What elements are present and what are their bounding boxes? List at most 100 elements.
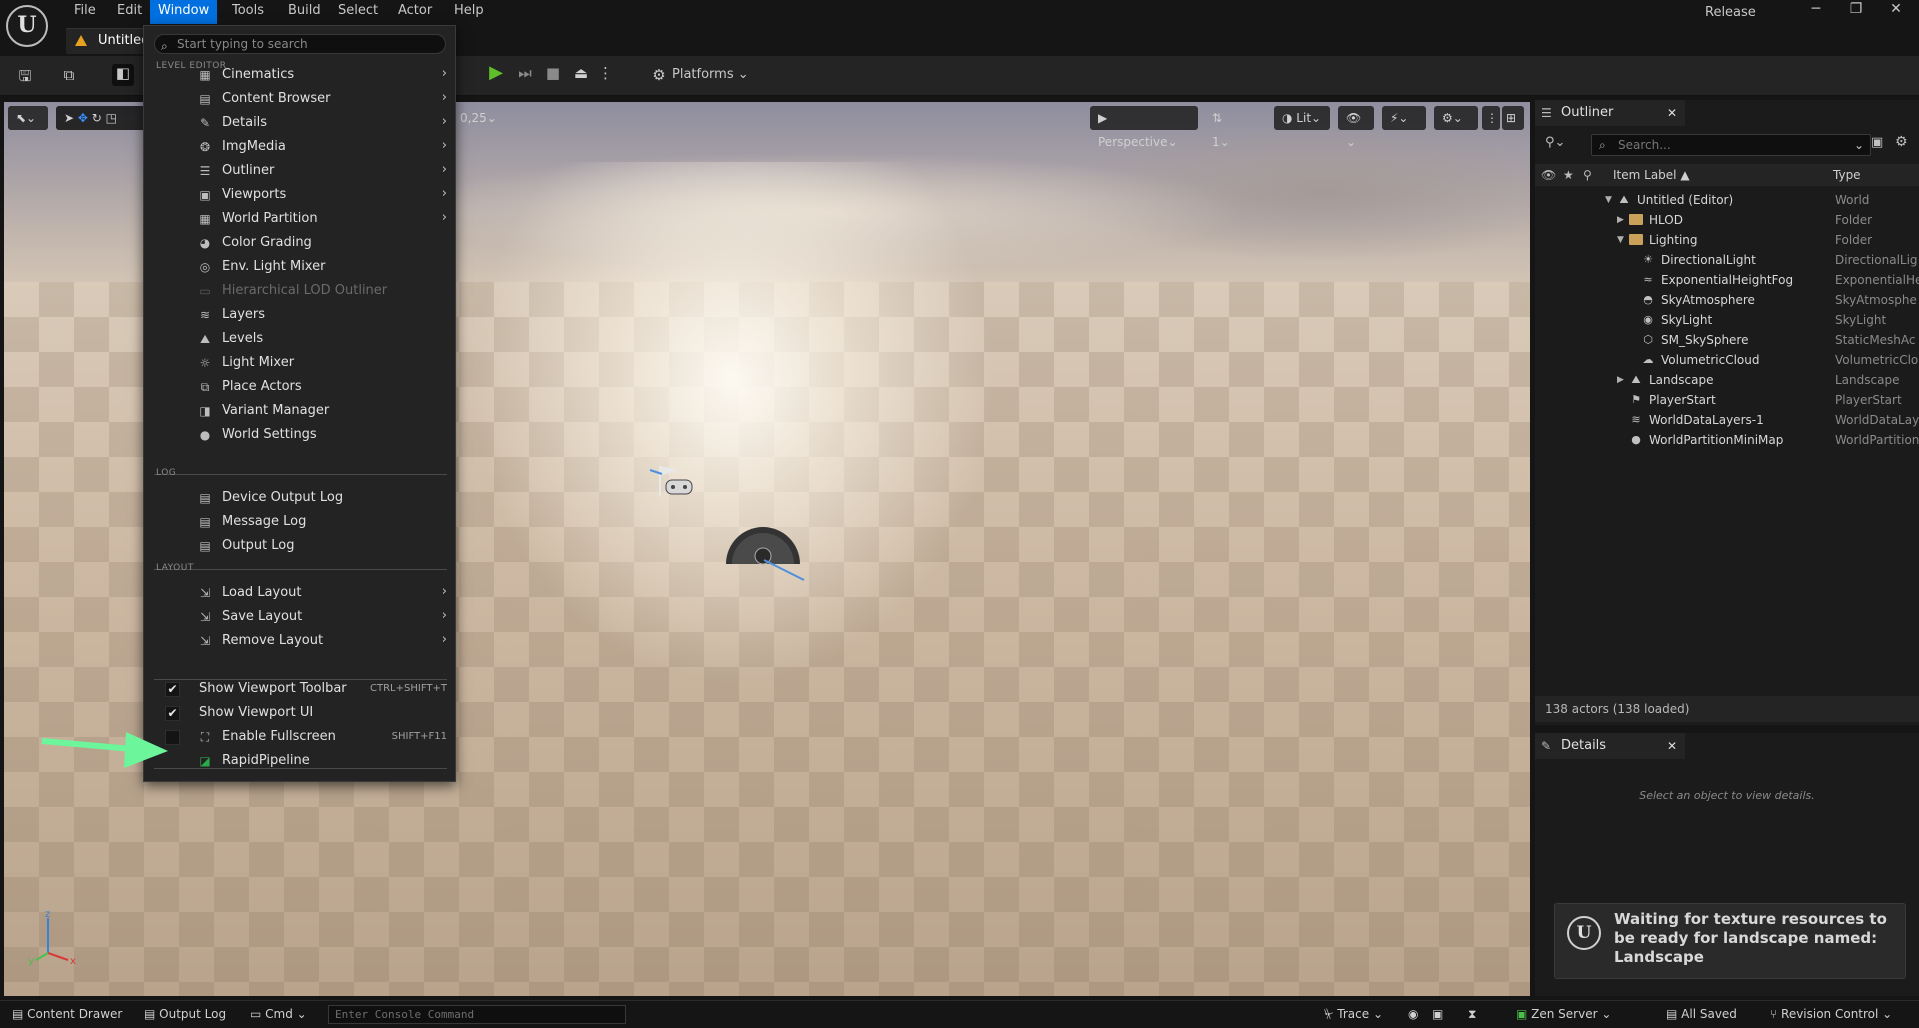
menu-item-cinematics[interactable]: ▦ Cinematics › bbox=[154, 64, 447, 88]
checkbox[interactable]: ✔ bbox=[165, 706, 180, 721]
outliner-row[interactable]: ● WorldPartitionMiniMap WorldPartition bbox=[1535, 430, 1919, 450]
menu-item-show-viewport-toolbar[interactable]: ✔ Show Viewport Toolbar CTRL+SHIFT+T bbox=[154, 678, 447, 702]
source-control-icon[interactable]: ⧉ bbox=[58, 66, 80, 84]
menu-item-world-partition[interactable]: ▦ World Partition › bbox=[154, 208, 447, 232]
close-window-button[interactable]: ✕ bbox=[1876, 1, 1916, 23]
menu-item-place-actors[interactable]: ⧉ Place Actors bbox=[154, 376, 447, 400]
realtime-icon[interactable]: ⚡⌄ bbox=[1382, 106, 1426, 130]
viewport-settings-icon[interactable]: ⚙⌄ bbox=[1434, 106, 1478, 130]
menu-item-content-browser[interactable]: ▤ Content Browser › bbox=[154, 88, 447, 112]
collapse-icon[interactable]: ▼ bbox=[1617, 230, 1627, 250]
menu-edit[interactable]: Edit bbox=[109, 0, 150, 24]
outliner-row[interactable]: ☁ VolumetricCloud VolumetricClo bbox=[1535, 350, 1919, 370]
menu-item-variant-manager[interactable]: ◨ Variant Manager bbox=[154, 400, 447, 424]
expand-icon[interactable]: ▶ bbox=[1617, 210, 1627, 230]
col-item-label[interactable]: Item Label ▲ bbox=[1613, 164, 1690, 186]
revision-control-button[interactable]: ⑂ Revision Control ⌄ bbox=[1770, 1001, 1892, 1028]
outliner-row[interactable]: ▼ Lighting Folder bbox=[1535, 230, 1919, 250]
content-drawer-button[interactable]: ▤ Content Drawer bbox=[12, 1001, 122, 1028]
outliner-row[interactable]: ▶ HLOD Folder bbox=[1535, 210, 1919, 230]
rotate-icon[interactable]: ↻ bbox=[92, 111, 102, 125]
menu-item-details[interactable]: ✎ Details › bbox=[154, 112, 447, 136]
checkbox[interactable]: ✔ bbox=[165, 682, 180, 697]
layout-icon[interactable]: ⊞ bbox=[1502, 106, 1524, 130]
chevron-down-icon[interactable]: ⌄ bbox=[1854, 135, 1864, 155]
snap-scale[interactable]: 0,25⌄ bbox=[452, 106, 512, 130]
menu-item-message-log[interactable]: ▤ Message Log bbox=[154, 511, 447, 535]
play-options-icon[interactable]: ⋮ bbox=[598, 64, 613, 82]
screenshot-icon[interactable]: ▣ bbox=[1432, 1001, 1443, 1028]
menu-help[interactable]: Help bbox=[446, 0, 492, 24]
sky-light-icon[interactable] bbox=[724, 526, 806, 586]
move-icon[interactable]: ✥ bbox=[78, 111, 88, 125]
menu-window[interactable]: Window bbox=[150, 0, 218, 24]
menu-item-enable-fullscreen[interactable]: ⛶ Enable Fullscreen SHIFT+F11 bbox=[154, 726, 447, 750]
all-saved-button[interactable]: ▤ All Saved bbox=[1666, 1001, 1737, 1028]
visibility-icon[interactable]: 👁 bbox=[1541, 164, 1556, 186]
collapse-icon[interactable]: ▼ bbox=[1605, 190, 1615, 210]
menu-item-load-layout[interactable]: ⇲ Load Layout › bbox=[154, 582, 447, 606]
transform-tools[interactable]: ➤ ✥ ↻ ◳ bbox=[56, 106, 146, 130]
menu-item-save-layout[interactable]: ⇲ Save Layout › bbox=[154, 606, 447, 630]
outliner-row[interactable]: ◉ SkyLight SkyLight bbox=[1535, 310, 1919, 330]
stop-icon[interactable]: ■ bbox=[542, 64, 564, 82]
menu-item-env-light-mixer[interactable]: ◎ Env. Light Mixer bbox=[154, 256, 447, 280]
save-icon[interactable]: 🖫 bbox=[14, 66, 36, 91]
record-icon[interactable]: ◉ bbox=[1408, 1001, 1418, 1028]
menu-item-levels[interactable]: ⛰ Levels bbox=[154, 328, 447, 352]
scale-icon[interactable]: ◳ bbox=[106, 111, 117, 125]
menu-file[interactable]: File bbox=[66, 0, 104, 24]
outliner-tab[interactable]: ☰ Outliner ✕ bbox=[1535, 100, 1685, 126]
outliner-row[interactable]: ≈ ExponentialHeightFog ExponentialHe bbox=[1535, 270, 1919, 290]
menu-item-remove-layout[interactable]: ⇲ Remove Layout › bbox=[154, 630, 447, 654]
gear-icon[interactable]: ⚙ bbox=[1895, 134, 1908, 150]
menu-item-imgmedia[interactable]: ❂ ImgMedia › bbox=[154, 136, 447, 160]
details-tab[interactable]: ✎ Details ✕ bbox=[1535, 733, 1685, 759]
col-type[interactable]: Type bbox=[1833, 164, 1861, 186]
close-icon[interactable]: ✕ bbox=[1667, 733, 1677, 759]
outliner-row[interactable]: ▼ ⛰ Untitled (Editor) World bbox=[1535, 190, 1919, 210]
menu-build[interactable]: Build bbox=[280, 0, 329, 24]
outliner-row[interactable]: ◓ SkyAtmosphere SkyAtmosphe bbox=[1535, 290, 1919, 310]
menu-select[interactable]: Select bbox=[330, 0, 386, 24]
outliner-row[interactable]: ⬡ SM_SkySphere StaticMeshAc bbox=[1535, 330, 1919, 350]
menu-search-input[interactable]: ⌕ Start typing to search bbox=[154, 34, 446, 54]
camera-speed-button[interactable]: ⇅ 1⌄ bbox=[1204, 106, 1250, 149]
trace-button[interactable]: ⏧ Trace ⌄ bbox=[1324, 1001, 1383, 1028]
menu-actor[interactable]: Actor bbox=[390, 0, 440, 24]
hourglass-icon[interactable]: ⧗ bbox=[1468, 1001, 1476, 1028]
outliner-row[interactable]: ≋ WorldDataLayers-1 WorldDataLay bbox=[1535, 410, 1919, 430]
menu-item-show-viewport-ui[interactable]: ✔ Show Viewport UI bbox=[154, 702, 447, 726]
outliner-row[interactable]: ⚑ PlayerStart PlayerStart bbox=[1535, 390, 1919, 410]
player-start-icon[interactable] bbox=[648, 460, 698, 500]
platforms-button[interactable]: ⚙ Platforms ⌄ bbox=[650, 64, 748, 86]
lit-button[interactable]: ◑ Lit⌄ bbox=[1274, 106, 1330, 130]
zen-server-button[interactable]: ▣ Zen Server ⌄ bbox=[1516, 1001, 1611, 1028]
expand-icon[interactable]: ▶ bbox=[1617, 370, 1627, 390]
menu-item-color-grading[interactable]: ◕ Color Grading bbox=[154, 232, 447, 256]
perspective-button[interactable]: ▶ Perspective⌄ bbox=[1090, 106, 1198, 149]
menu-item-output-log[interactable]: ▤ Output Log bbox=[154, 535, 447, 559]
select-arrow-icon[interactable]: ➤ bbox=[64, 111, 74, 125]
output-log-button[interactable]: ▤ Output Log bbox=[144, 1001, 226, 1028]
menu-item-rapidpipeline[interactable]: ◪ RapidPipeline bbox=[154, 750, 447, 774]
step-icon[interactable]: ⏭ bbox=[514, 64, 536, 82]
outliner-row[interactable]: ☀ DirectionalLight DirectionalLig bbox=[1535, 250, 1919, 270]
show-flags-icon[interactable]: 👁⌄ bbox=[1338, 106, 1374, 149]
menu-item-light-mixer[interactable]: ☼ Light Mixer bbox=[154, 352, 447, 376]
more-options-icon[interactable]: ⋮ bbox=[1482, 106, 1500, 130]
menu-item-outliner[interactable]: ☰ Outliner › bbox=[154, 160, 447, 184]
menu-tools[interactable]: Tools bbox=[224, 0, 272, 24]
mode-select-icon[interactable]: ◧ bbox=[112, 64, 134, 86]
menu-item-viewports[interactable]: ▣ Viewports › bbox=[154, 184, 447, 208]
add-folder-icon[interactable]: ▣ bbox=[1871, 135, 1883, 150]
outliner-search-input[interactable]: ⌕ Search... ⌄ bbox=[1591, 134, 1871, 156]
menu-item-layers[interactable]: ≋ Layers bbox=[154, 304, 447, 328]
select-mode-icon[interactable]: ⬉⌄ bbox=[8, 106, 48, 130]
menu-item-world-settings[interactable]: ● World Settings bbox=[154, 424, 447, 448]
eject-icon[interactable]: ⏏ bbox=[570, 64, 592, 82]
star-icon[interactable]: ★ bbox=[1563, 164, 1574, 186]
menu-item-device-output-log[interactable]: ▤ Device Output Log bbox=[154, 487, 447, 511]
outliner-row[interactable]: ▶ ⛰ Landscape Landscape bbox=[1535, 370, 1919, 390]
cmd-button[interactable]: ▭ Cmd ⌄ bbox=[250, 1001, 307, 1028]
